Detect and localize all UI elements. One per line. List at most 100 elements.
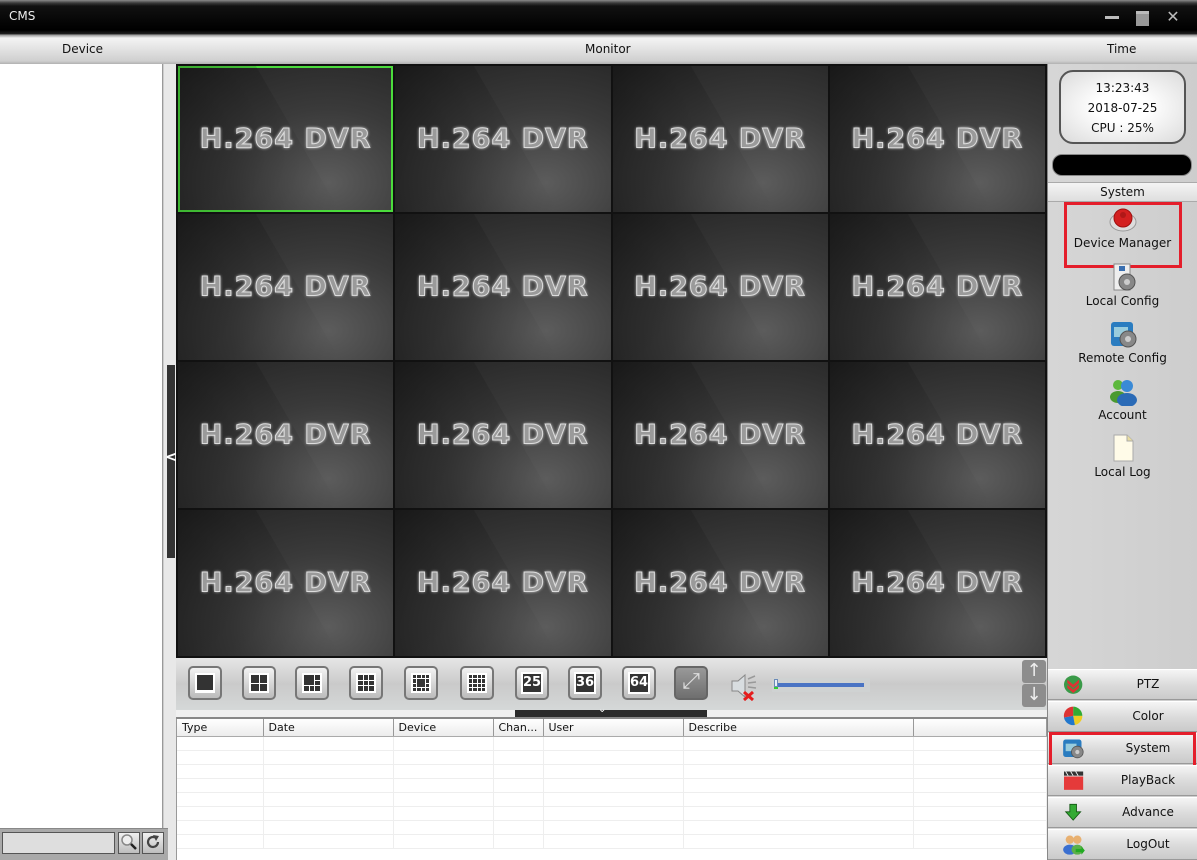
minimize-button[interactable] — [1105, 10, 1121, 24]
nav-button-label: Color — [1132, 709, 1164, 723]
channel-logo: H.264 DVR — [851, 271, 1024, 303]
column-header[interactable]: Device — [393, 719, 494, 737]
page-up-button[interactable]: ↑ — [1022, 660, 1046, 683]
table-cell — [493, 806, 544, 821]
video-cell[interactable]: H.264 DVR — [829, 66, 1045, 212]
video-cell[interactable]: H.264 DVR — [178, 66, 394, 212]
table-cell — [263, 764, 394, 779]
layout-36-icon: 36 — [574, 672, 596, 694]
monitor-toolbar: ⤢ ↑ ↓ 25 36 64 — [176, 658, 1047, 710]
layout-36-button[interactable]: 36 — [568, 666, 602, 700]
video-cell[interactable]: H.264 DVR — [395, 66, 611, 212]
table-cell — [177, 764, 264, 779]
page-down-button[interactable]: ↓ — [1022, 684, 1046, 707]
table-cell — [683, 806, 914, 821]
layout-64-button[interactable]: 64 — [622, 666, 656, 700]
collapse-log-button[interactable]: ⌄ — [515, 704, 707, 717]
nav-button-label: Advance — [1122, 805, 1174, 819]
table-cell — [543, 820, 684, 835]
video-cell[interactable]: H.264 DVR — [395, 362, 611, 508]
left-panel-splitter[interactable]: < — [163, 64, 178, 860]
video-cell[interactable]: H.264 DVR — [178, 362, 394, 508]
video-cell[interactable]: H.264 DVR — [612, 362, 828, 508]
video-cell[interactable]: H.264 DVR — [395, 510, 611, 656]
magnifier-icon — [121, 834, 137, 850]
table-cell — [177, 834, 264, 849]
empty-table-row — [177, 806, 1047, 821]
fullscreen-button[interactable]: ⤢ — [674, 666, 708, 700]
layout-12-icon — [411, 673, 431, 693]
chevron-down-icon: ⌄ — [598, 704, 607, 715]
layout-4-icon — [249, 673, 269, 693]
layout-1-button[interactable] — [188, 666, 222, 700]
video-cell[interactable]: H.264 DVR — [829, 510, 1045, 656]
empty-table-row — [177, 778, 1047, 793]
remote-config-icon — [1110, 322, 1136, 348]
table-cell — [683, 820, 914, 835]
column-header[interactable]: Type — [177, 719, 264, 737]
table-cell — [493, 834, 544, 849]
column-header[interactable]: Chan... — [493, 719, 544, 737]
video-cell[interactable]: H.264 DVR — [829, 362, 1045, 508]
layout-4-button[interactable] — [242, 666, 276, 700]
table-body — [177, 736, 1047, 849]
system-item-label: Local Log — [1094, 465, 1151, 479]
device-search-input[interactable] — [2, 832, 115, 854]
table-cell — [393, 834, 494, 849]
collapse-left-panel-button[interactable]: < — [165, 365, 178, 558]
system-item-remote-config[interactable]: Remote Config — [1048, 319, 1197, 374]
refresh-icon — [146, 835, 160, 849]
monitor-header: Monitor — [585, 42, 631, 56]
maximize-button[interactable] — [1135, 10, 1151, 26]
nav-button-playback[interactable]: PlayBack — [1048, 765, 1197, 796]
layout-9-button[interactable] — [349, 666, 383, 700]
volume-slider[interactable] — [772, 678, 870, 692]
volume-thumb[interactable] — [774, 679, 778, 689]
system-item-local-config[interactable]: Local Config — [1048, 262, 1197, 317]
nav-button-color[interactable]: Color — [1048, 701, 1197, 732]
layout-6-icon — [302, 673, 322, 693]
log-splitter[interactable]: ⌄ — [176, 704, 1047, 719]
video-cell[interactable]: H.264 DVR — [178, 214, 394, 360]
layout-6-button[interactable] — [295, 666, 329, 700]
device-tree-panel[interactable] — [0, 64, 163, 829]
refresh-button[interactable] — [142, 832, 164, 854]
device-header: Device — [62, 42, 104, 56]
table-cell — [393, 764, 494, 779]
table-cell — [263, 792, 394, 807]
table-cell — [393, 806, 494, 821]
nav-button-logout[interactable]: LogOut — [1048, 829, 1197, 860]
table-cell — [683, 834, 914, 849]
cpu-usage: CPU : 25% — [1091, 121, 1154, 135]
column-header[interactable]: Date — [263, 719, 394, 737]
video-cell[interactable]: H.264 DVR — [612, 66, 828, 212]
column-header[interactable]: User — [543, 719, 684, 737]
channel-logo: H.264 DVR — [634, 567, 806, 599]
speaker-muted-icon[interactable] — [729, 671, 759, 701]
system-item-local-log[interactable]: Local Log — [1048, 433, 1197, 488]
nav-button-ptz[interactable]: PTZ — [1048, 669, 1197, 700]
close-button[interactable]: ✕ — [1165, 9, 1181, 25]
video-cell[interactable]: H.264 DVR — [612, 510, 828, 656]
video-cell[interactable]: H.264 DVR — [178, 510, 394, 656]
search-button[interactable] — [118, 832, 140, 854]
window-title: CMS — [9, 9, 36, 23]
video-grid: H.264 DVR H.264 DVR H.264 DVR H.264 DVR H.26… — [176, 64, 1047, 658]
nav-button-advance[interactable]: Advance — [1048, 797, 1197, 828]
layout-16-button[interactable] — [460, 666, 494, 700]
video-cell[interactable]: H.264 DVR — [395, 214, 611, 360]
layout-25-button[interactable]: 25 — [515, 666, 549, 700]
system-item-account[interactable]: Account — [1048, 376, 1197, 431]
layout-12-button[interactable] — [404, 666, 438, 700]
table-cell — [263, 820, 394, 835]
video-cell[interactable]: H.264 DVR — [612, 214, 828, 360]
empty-table-row — [177, 736, 1047, 751]
column-header[interactable]: Describe — [683, 719, 914, 737]
event-log-table: Type Date Device Chan... User Describe — [176, 719, 1047, 860]
column-header[interactable] — [913, 719, 1047, 737]
channel-logo: H.264 DVR — [417, 123, 589, 155]
video-cell[interactable]: H.264 DVR — [829, 214, 1045, 360]
channel-logo: H.264 DVR — [199, 123, 372, 155]
layout-16-icon — [467, 673, 487, 693]
table-cell — [263, 750, 394, 765]
